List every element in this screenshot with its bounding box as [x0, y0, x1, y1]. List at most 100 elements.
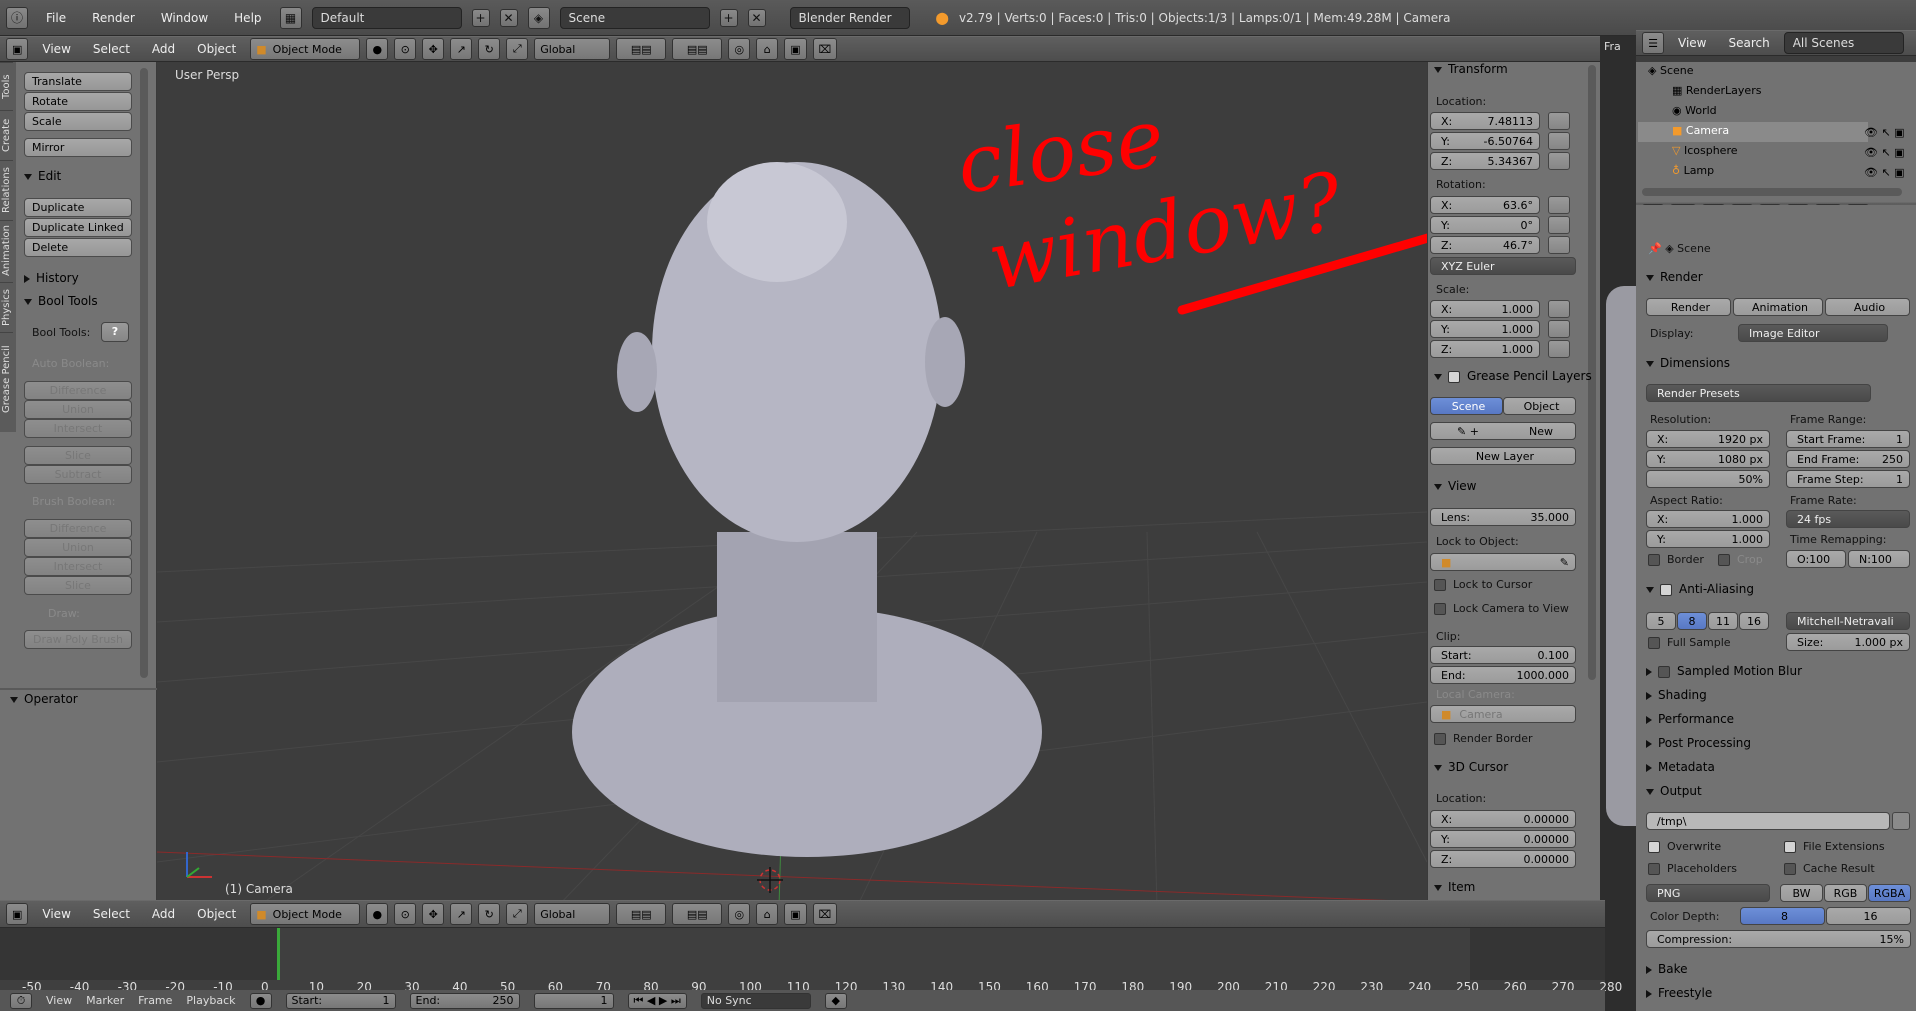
outliner-filter-select[interactable]: All Scenes: [1783, 32, 1904, 54]
tab-create[interactable]: Create: [0, 110, 13, 160]
remove-layout-icon[interactable]: ✕: [499, 8, 518, 27]
brush-difference-button[interactable]: Difference: [24, 519, 132, 538]
output-path-input[interactable]: /tmp\: [1646, 812, 1890, 830]
end-frame-field[interactable]: End: 250: [409, 992, 520, 1009]
aa-samples-5[interactable]: 5: [1646, 612, 1676, 630]
file-format-select[interactable]: PNG: [1646, 884, 1770, 902]
lock-icon[interactable]: [1548, 300, 1570, 318]
filter-size-field[interactable]: Size: 1.000 px: [1786, 633, 1910, 651]
add-layout-icon[interactable]: +: [471, 8, 490, 27]
operator-panel-header[interactable]: Operator: [10, 692, 78, 706]
gp-new-layer-button[interactable]: New Layer: [1430, 447, 1576, 465]
mode-select[interactable]: ■ Object Mode: [250, 903, 361, 925]
lock-camera-checkbox[interactable]: Lock Camera to View: [1434, 602, 1569, 615]
translate-widget-icon[interactable]: ↗: [450, 38, 473, 60]
loc-z-field[interactable]: Z: 5.34367: [1430, 152, 1540, 170]
auto-slice-button[interactable]: Slice: [24, 446, 132, 465]
render-panel-header[interactable]: Render: [1646, 270, 1703, 284]
render-preview-icon[interactable]: ▣: [784, 903, 807, 925]
orientation-select[interactable]: Global: [534, 903, 611, 925]
layers2-icon[interactable]: ▤▤: [672, 38, 723, 60]
lock-icon[interactable]: [1548, 320, 1570, 338]
timeline-menu-playback[interactable]: Playback: [186, 994, 235, 1007]
draw-poly-brush-button[interactable]: Draw Poly Brush: [24, 630, 132, 649]
auto-intersect-button[interactable]: Intersect: [24, 419, 132, 438]
timeline-menu-frame[interactable]: Frame: [138, 994, 172, 1007]
pivot-icon[interactable]: ⊙: [394, 903, 417, 925]
metadata-header[interactable]: Metadata: [1646, 760, 1715, 774]
res-y-field[interactable]: Y: 1080 px: [1646, 450, 1770, 468]
scale-widget-icon[interactable]: ⤢: [506, 903, 529, 925]
rotation-mode-select[interactable]: XYZ Euler: [1430, 257, 1576, 275]
sync-select[interactable]: No Sync: [700, 992, 811, 1009]
full-sample-checkbox[interactable]: Full Sample: [1648, 636, 1731, 649]
frame-step-field[interactable]: Frame Step: 1: [1786, 470, 1910, 488]
start-frame-field[interactable]: Start Frame: 1: [1786, 430, 1910, 448]
snap-icon[interactable]: ⌂: [756, 38, 779, 60]
auto-difference-button[interactable]: Difference: [24, 381, 132, 400]
aspect-x-field[interactable]: X: 1.000: [1646, 510, 1770, 528]
checkbox[interactable]: [1434, 579, 1446, 591]
menu-object[interactable]: Object: [189, 907, 244, 921]
layers2-icon[interactable]: ▤▤: [672, 903, 723, 925]
scene-icon[interactable]: ◈: [527, 6, 550, 29]
timeline-menu-view[interactable]: View: [46, 994, 72, 1007]
pin-icon[interactable]: 📌 ◈: [1648, 242, 1677, 255]
toolshelf-scrollbar[interactable]: [140, 68, 148, 678]
depth-8-button[interactable]: 8: [1740, 907, 1825, 925]
render-preview-icon[interactable]: ▣: [784, 38, 807, 60]
editor-type-icon[interactable]: ▣: [6, 38, 29, 60]
gp-new-button[interactable]: ✎ + New: [1430, 422, 1576, 440]
visibility-icon[interactable]: 👁 ↖ ▣: [1864, 146, 1905, 159]
shading-icon[interactable]: ●: [366, 38, 389, 60]
layers-icon[interactable]: ▤▤: [616, 38, 667, 60]
cursor-z-field[interactable]: Z: 0.00000: [1430, 850, 1576, 868]
manipulator-icon[interactable]: ✥: [422, 38, 445, 60]
depth-16-button[interactable]: 16: [1826, 907, 1911, 925]
screen-layout-field[interactable]: Default: [311, 6, 462, 29]
checkbox[interactable]: [1784, 863, 1796, 875]
brush-union-button[interactable]: Union: [24, 538, 132, 557]
eyedropper-icon[interactable]: ✎: [1560, 556, 1569, 569]
timeline[interactable]: -50 -40 -30 -20 -10 0 10 20 30 40 50 60 70 80 90 100 110…: [0, 928, 1622, 994]
checkbox[interactable]: [1648, 863, 1660, 875]
checkbox[interactable]: [1648, 841, 1660, 853]
manipulator-icon[interactable]: ✥: [422, 903, 445, 925]
outliner-row-icosphere[interactable]: ▽ Icosphere: [1672, 144, 1738, 157]
tab-physics[interactable]: Physics: [0, 282, 13, 332]
mirror-button[interactable]: Mirror: [24, 138, 132, 157]
checkbox[interactable]: [1434, 733, 1446, 745]
3d-viewport[interactable]: User Persp (1) Camera close window?: [157, 62, 1427, 907]
menu-window[interactable]: Window: [153, 11, 216, 25]
crop-checkbox[interactable]: Crop: [1718, 553, 1763, 566]
lock-icon[interactable]: [1548, 152, 1570, 170]
remap-old-field[interactable]: O:100: [1786, 550, 1846, 568]
compression-slider[interactable]: Compression: 15%: [1646, 930, 1911, 948]
brush-slice-button[interactable]: Slice: [24, 576, 132, 595]
menu-select[interactable]: Select: [85, 42, 138, 56]
freestyle-header[interactable]: Freestyle: [1646, 986, 1712, 1000]
rot-z-field[interactable]: Z: 46.7°: [1430, 236, 1540, 254]
edit-panel-header[interactable]: Edit: [24, 169, 61, 183]
menu-add[interactable]: Add: [144, 42, 183, 56]
cursor-x-field[interactable]: X: 0.00000: [1430, 810, 1576, 828]
info-editor-icon[interactable]: ⓘ: [6, 6, 28, 29]
post-processing-header[interactable]: Post Processing: [1646, 736, 1751, 750]
menu-view[interactable]: View: [34, 907, 78, 921]
anti-aliasing-header[interactable]: Anti-Aliasing: [1646, 582, 1754, 596]
add-scene-icon[interactable]: +: [719, 8, 738, 27]
cursor-y-field[interactable]: Y: 0.00000: [1430, 830, 1576, 848]
lock-icon[interactable]: [1548, 196, 1570, 214]
bake-header[interactable]: Bake: [1646, 962, 1688, 976]
outliner-row-camera[interactable]: ■ Camera: [1672, 124, 1729, 137]
render-engine-select[interactable]: Blender Render: [789, 6, 910, 29]
menu-file[interactable]: File: [38, 11, 74, 25]
checkbox[interactable]: [1648, 637, 1660, 649]
translate-widget-icon[interactable]: ↗: [450, 903, 473, 925]
outliner-row-scene[interactable]: ◈ Scene: [1648, 64, 1694, 77]
transform-panel-header[interactable]: Transform: [1434, 62, 1508, 76]
outliner-editor-icon[interactable]: ☰: [1642, 32, 1664, 54]
menu-select[interactable]: Select: [85, 907, 138, 921]
rotate-widget-icon[interactable]: ↻: [478, 903, 501, 925]
render-border-checkbox[interactable]: Render Border: [1434, 732, 1533, 745]
